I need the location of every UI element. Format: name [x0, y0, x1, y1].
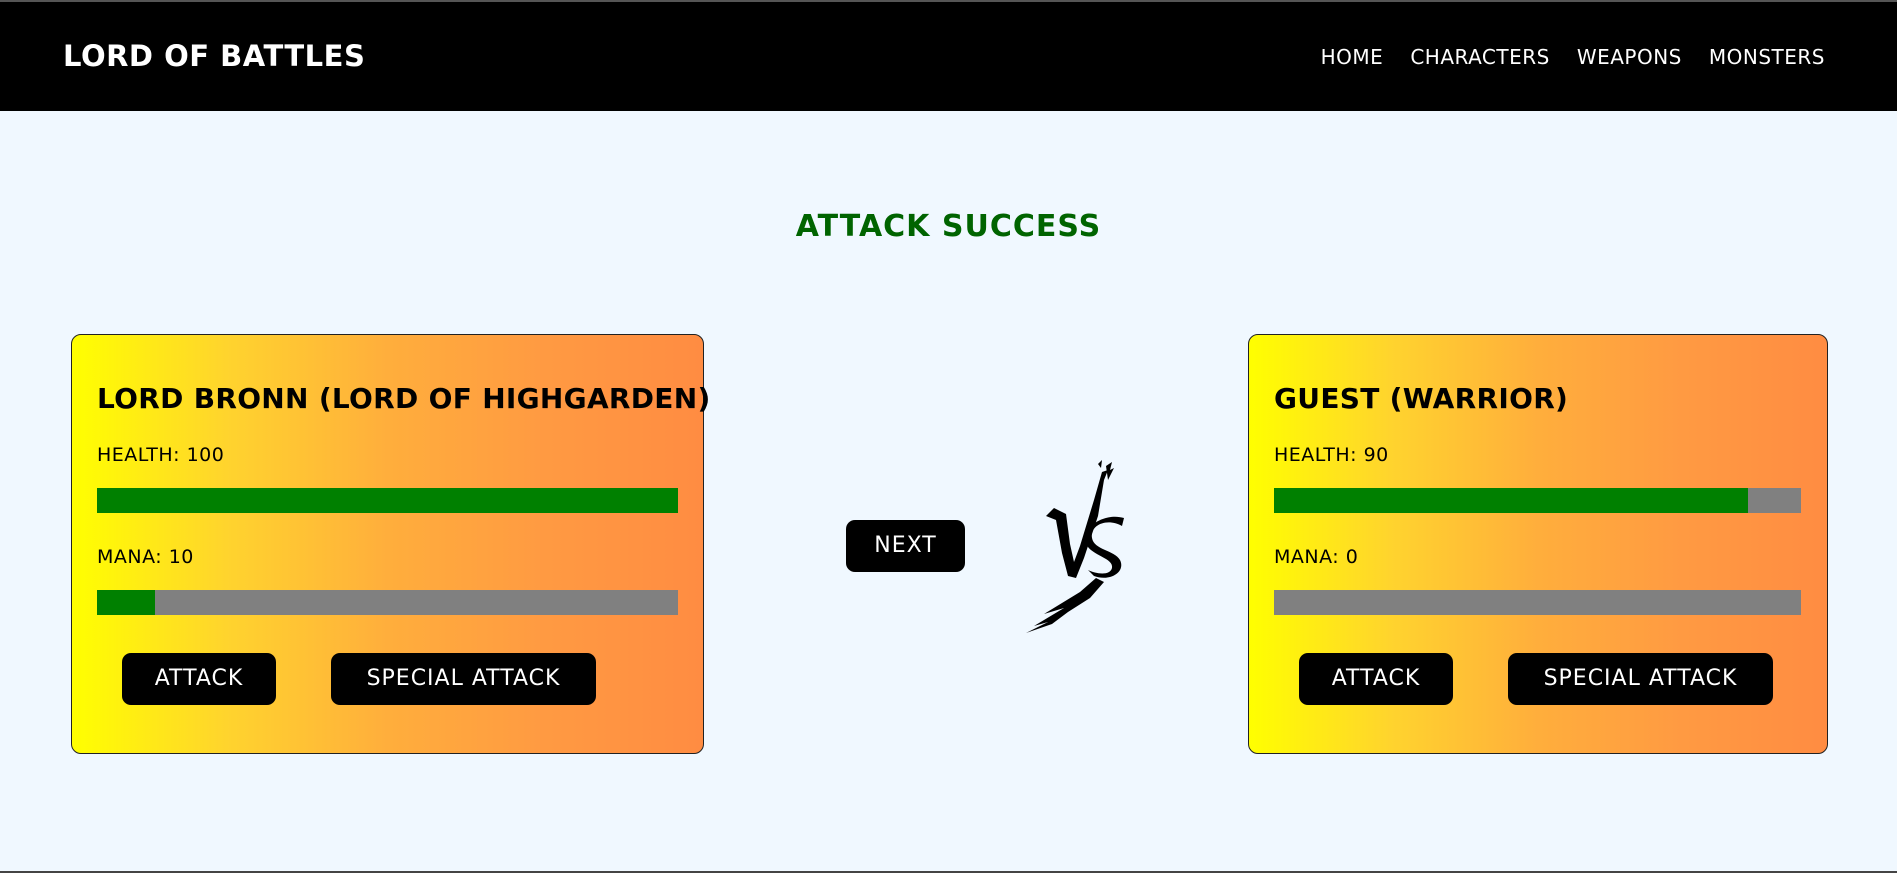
opponent-health-bar — [1274, 488, 1801, 513]
opponent-health-bar-fill — [1274, 488, 1749, 513]
player-special-attack-button[interactable]: SPECIAL ATTACK — [331, 653, 596, 705]
opponent-health-label: HEALTH: 90 — [1274, 444, 1389, 466]
opponent-name: GUEST (WARRIOR) — [1274, 382, 1569, 415]
nav-link-characters[interactable]: CHARACTERS — [1410, 45, 1550, 69]
player-health-label: HEALTH: 100 — [97, 444, 225, 466]
navbar: LORD OF BATTLES HOME CHARACTERS WEAPONS … — [0, 2, 1897, 111]
nav-link-monsters[interactable]: MONSTERS — [1709, 45, 1825, 69]
opponent-mana-bar — [1274, 590, 1801, 615]
player-health-bar-fill — [97, 488, 678, 513]
player-attack-button[interactable]: ATTACK — [122, 653, 276, 705]
player-health-bar — [97, 488, 678, 513]
player-mana-bar — [97, 590, 678, 615]
opponent-attack-button[interactable]: ATTACK — [1299, 653, 1453, 705]
player-card: LORD BRONN (LORD OF HIGHGARDEN) HEALTH: … — [71, 334, 710, 754]
nav-link-weapons[interactable]: WEAPONS — [1577, 45, 1682, 69]
next-button[interactable]: NEXT — [846, 520, 965, 572]
opponent-special-attack-button[interactable]: SPECIAL ATTACK — [1508, 653, 1773, 705]
opponent-card: GUEST (WARRIOR) HEALTH: 90 MANA: 0 ATTAC… — [1248, 334, 1828, 754]
player-name: LORD BRONN (LORD OF HIGHGARDEN) — [97, 382, 711, 415]
brand-logo[interactable]: LORD OF BATTLES — [63, 39, 365, 73]
player-mana-bar-fill — [97, 590, 156, 615]
player-mana-label: MANA: 10 — [97, 546, 194, 568]
opponent-mana-label: MANA: 0 — [1274, 546, 1359, 568]
nav-link-home[interactable]: HOME — [1321, 45, 1384, 69]
battle-status-message: ATTACK SUCCESS — [795, 209, 1102, 244]
nav-links: HOME CHARACTERS WEAPONS MONSTERS — [1321, 45, 1825, 69]
vs-icon — [1026, 460, 1124, 633]
